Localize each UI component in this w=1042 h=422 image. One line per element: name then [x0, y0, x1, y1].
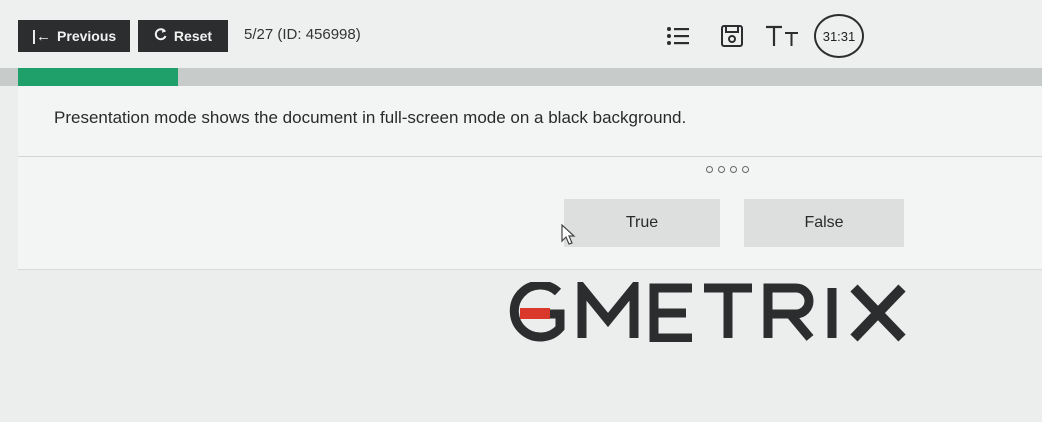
- reset-button-label: Reset: [173, 28, 213, 44]
- gmetrix-logo: [506, 275, 960, 343]
- dot-icon: [742, 166, 749, 173]
- progress-bar: [0, 68, 1042, 86]
- text-size-icon[interactable]: [764, 22, 804, 50]
- dot-icon: [706, 166, 713, 173]
- dot-icon: [718, 166, 725, 173]
- question-counter: 5/27 (ID: 456998): [244, 26, 361, 43]
- question-text: Presentation mode shows the document in …: [54, 108, 687, 127]
- loading-dots: [706, 166, 749, 173]
- answer-false-button[interactable]: False: [744, 199, 904, 247]
- reset-button[interactable]: Reset: [138, 20, 228, 52]
- reset-icon: [154, 27, 168, 45]
- top-toolbar: |← Previous Reset 5/27 (ID: 456998) 31:3…: [0, 0, 1042, 68]
- previous-button-label: Previous: [57, 28, 117, 44]
- answer-true-button[interactable]: True: [564, 199, 720, 247]
- mouse-cursor-icon: [560, 223, 578, 246]
- previous-arrow-icon: |←: [31, 27, 52, 45]
- save-icon[interactable]: [718, 22, 746, 50]
- dot-icon: [730, 166, 737, 173]
- divider: [18, 156, 1042, 157]
- previous-button[interactable]: |← Previous: [18, 20, 130, 52]
- list-icon[interactable]: [664, 22, 692, 50]
- question-panel: Presentation mode shows the document in …: [18, 86, 1042, 270]
- timer: 31:31: [814, 14, 864, 58]
- progress-bar-fill: [18, 68, 178, 86]
